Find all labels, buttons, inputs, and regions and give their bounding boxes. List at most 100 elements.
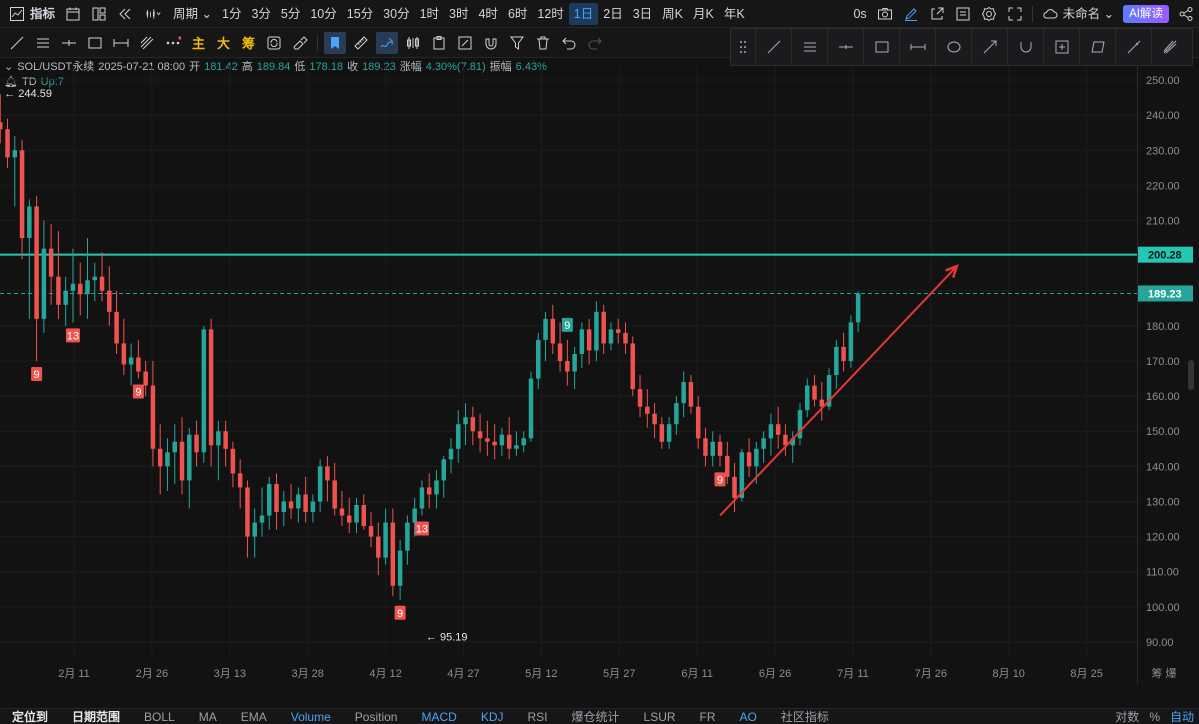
interval-10[interactable]: 12时: [532, 3, 568, 25]
candle-body-24: [157, 448, 163, 467]
fib-channel-icon[interactable]: [136, 32, 158, 54]
interval-3[interactable]: 10分: [305, 3, 341, 25]
interval-6[interactable]: 1时: [415, 3, 444, 25]
large-order-button[interactable]: 大: [211, 33, 236, 52]
trash-icon[interactable]: [532, 32, 554, 54]
scale-option-2[interactable]: 自动: [1165, 709, 1199, 724]
magnet-icon[interactable]: [480, 32, 502, 54]
gear-icon[interactable]: [978, 3, 1000, 25]
indicator-tab-11[interactable]: LSUR: [632, 710, 688, 724]
indicator-tab-2[interactable]: BOLL: [132, 710, 187, 724]
candlestick-chart[interactable]: 2月 11 2月 26 3月 13 3月 28 4月 12 4月 27 5月 12 5月 27…: [0, 66, 1137, 684]
interval-14[interactable]: 周K: [657, 3, 688, 25]
td-mark-label-5: 9: [564, 320, 570, 332]
price-axis[interactable]: 90.00 100.00 110.00 120.00 130.00 140.00 150.0…: [1137, 66, 1193, 684]
interval-1[interactable]: 3分: [246, 3, 275, 25]
palette-line-icon[interactable]: [755, 29, 791, 65]
interval-13[interactable]: 3日: [628, 3, 657, 25]
indicator-tab-0[interactable]: 定位到: [0, 709, 60, 724]
drag-handle-icon[interactable]: [731, 29, 755, 65]
axis-scroll-handle[interactable]: [1188, 360, 1194, 390]
scale-option-1[interactable]: %: [1144, 710, 1165, 724]
share-icon[interactable]: [1175, 3, 1197, 25]
ruler-icon[interactable]: [350, 32, 372, 54]
rectangle-icon[interactable]: [84, 32, 106, 54]
eraser-icon[interactable]: [289, 32, 311, 54]
indicator-tab-1[interactable]: 日期范围: [60, 709, 132, 724]
interval-7[interactable]: 3时: [444, 3, 473, 25]
palette-hline-icon[interactable]: [827, 29, 863, 65]
interval-0[interactable]: 1分: [217, 3, 246, 25]
indicator-icon[interactable]: [6, 3, 28, 25]
candles-icon[interactable]: [402, 32, 424, 54]
candle-body-38: [259, 515, 265, 523]
indicator-tab-10[interactable]: 爆仓统计: [560, 709, 632, 724]
palette-range-icon[interactable]: [899, 29, 935, 65]
palette-arrow-icon[interactable]: [971, 29, 1007, 65]
interval-5[interactable]: 30分: [378, 3, 414, 25]
candle-body-105: [746, 452, 752, 467]
palette-parallelogram-icon[interactable]: [1079, 29, 1115, 65]
indicator-tab-12[interactable]: FR: [688, 710, 728, 724]
xtick-label-2: 3月 13: [214, 668, 246, 680]
layout-name-dropdown[interactable]: 未命名 ⌄: [1063, 3, 1119, 25]
ai-analysis-button[interactable]: AI解读: [1123, 4, 1169, 23]
redo-icon[interactable]: [584, 32, 606, 54]
interval-4[interactable]: 15分: [342, 3, 378, 25]
clipboard-icon[interactable]: [428, 32, 450, 54]
range-icon[interactable]: [110, 32, 132, 54]
note-icon[interactable]: [454, 32, 476, 54]
palette-curve-icon[interactable]: [1007, 29, 1043, 65]
indicator-tab-7[interactable]: MACD: [409, 710, 468, 724]
main-force-button[interactable]: 主: [186, 33, 211, 52]
indicator-tab-8[interactable]: KDJ: [469, 710, 516, 724]
palette-rectangle-icon[interactable]: [863, 29, 899, 65]
palette-crosshair-box-icon[interactable]: [1043, 29, 1079, 65]
palette-ray-icon[interactable]: [1115, 29, 1151, 65]
indicator-tab-14[interactable]: 社区指标: [769, 709, 841, 724]
ytick-label-2: 110.00: [1146, 567, 1179, 579]
chip-distribution-button[interactable]: 筹: [236, 33, 261, 52]
interval-2[interactable]: 5分: [276, 3, 305, 25]
indicator-tab-4[interactable]: EMA: [229, 710, 279, 724]
cloud-icon[interactable]: [1039, 3, 1061, 25]
interval-11[interactable]: 1日: [568, 2, 599, 25]
template-icon[interactable]: [952, 3, 974, 25]
palette-channel-icon[interactable]: [791, 29, 827, 65]
indicator-tab-13[interactable]: AO: [728, 710, 769, 724]
palette-fan-icon[interactable]: [1151, 29, 1187, 65]
period-dropdown[interactable]: 周期 ⌄: [168, 3, 217, 25]
popout-icon[interactable]: [926, 3, 948, 25]
filter-icon[interactable]: [506, 32, 528, 54]
candle-type-icon[interactable]: [140, 3, 166, 25]
indicator-tab-5[interactable]: Volume: [279, 710, 343, 724]
undo-icon[interactable]: [558, 32, 580, 54]
trend-arrow-line[interactable]: [719, 265, 958, 517]
calendar-icon[interactable]: [62, 3, 84, 25]
camera-icon[interactable]: [874, 3, 896, 25]
bookmark-icon[interactable]: [324, 31, 347, 54]
brush-icon[interactable]: [376, 31, 399, 54]
parallel-lines-icon[interactable]: [32, 32, 54, 54]
horizontal-line-icon[interactable]: [58, 32, 80, 54]
palette-ellipse-icon[interactable]: [935, 29, 971, 65]
grid-layout-icon[interactable]: [88, 3, 110, 25]
indicator-tab-6[interactable]: Position: [343, 710, 410, 724]
interval-15[interactable]: 月K: [688, 3, 719, 25]
xtick-label-4: 4月 12: [369, 668, 401, 680]
refresh-icon[interactable]: [263, 32, 285, 54]
trend-line-icon[interactable]: [6, 32, 28, 54]
interval-16[interactable]: 年K: [719, 3, 750, 25]
scale-option-0[interactable]: 对数: [1110, 709, 1144, 724]
interval-12[interactable]: 2日: [598, 3, 627, 25]
candle-body-117: [834, 346, 839, 376]
indicator-button[interactable]: 指标: [30, 3, 60, 25]
interval-8[interactable]: 4时: [473, 3, 502, 25]
replay-icon[interactable]: [114, 3, 136, 25]
interval-9[interactable]: 6时: [503, 3, 532, 25]
indicator-tab-9[interactable]: RSI: [515, 710, 559, 724]
fullscreen-icon[interactable]: [1004, 3, 1026, 25]
pencil-icon[interactable]: [900, 3, 922, 25]
more-tools-icon[interactable]: [162, 32, 184, 54]
indicator-tab-3[interactable]: MA: [187, 710, 229, 724]
